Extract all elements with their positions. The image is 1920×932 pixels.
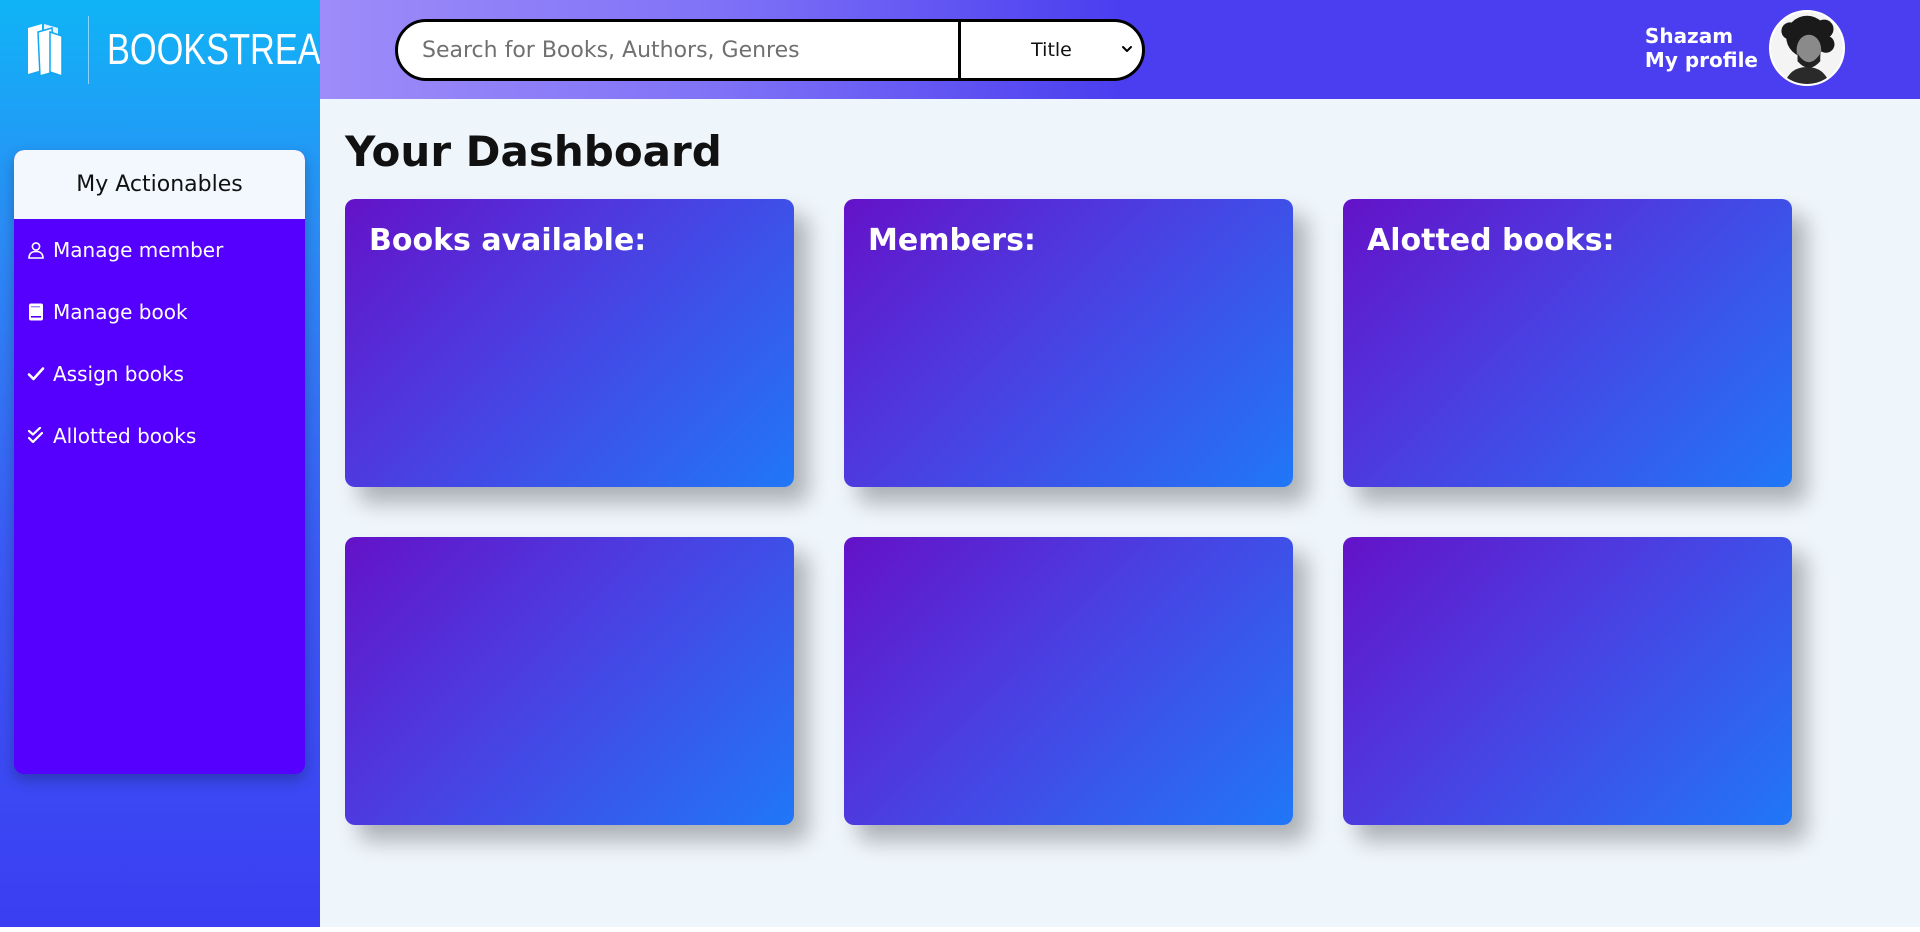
sidebar-header: My Actionables: [14, 150, 305, 219]
search-filter-select[interactable]: Title: [961, 22, 1142, 78]
chevron-down-icon: [1122, 46, 1132, 52]
sidebar: My Actionables Manage member Manage book: [14, 150, 305, 774]
main-content: Your Dashboard Books available: Members:…: [320, 99, 1920, 927]
search-bar: Title: [395, 19, 1145, 81]
search-input[interactable]: [398, 22, 958, 78]
books-icon: [24, 18, 68, 82]
logo-divider: [88, 16, 89, 84]
sidebar-item-allotted-books[interactable]: Allotted books: [14, 405, 305, 467]
sidebar-item-manage-member[interactable]: Manage member: [14, 219, 305, 281]
stat-card-books-available[interactable]: Books available:: [345, 199, 794, 487]
page-title: Your Dashboard: [345, 127, 722, 176]
my-profile-link[interactable]: My profile: [1645, 48, 1758, 72]
sidebar-item-manage-book[interactable]: Manage book: [14, 281, 305, 343]
check-icon: [26, 363, 46, 385]
book-icon: [26, 301, 46, 323]
card-title: Alotted books:: [1367, 223, 1615, 258]
user-icon: [26, 239, 46, 261]
user-name: Shazam: [1644, 24, 1734, 48]
avatar-icon: [1771, 12, 1843, 84]
top-header: Title Shazam My profile: [320, 0, 1920, 99]
stat-card-members[interactable]: Members:: [844, 199, 1293, 487]
left-column: BOOKSTREAM My Actionables Manage member …: [0, 0, 349, 927]
brand-name: BOOKSTREAM: [107, 25, 350, 74]
card-title: Books available:: [369, 223, 647, 258]
card-title: Members:: [868, 223, 1036, 258]
sidebar-item-label: Manage book: [53, 300, 188, 324]
search-filter-value: Title: [1031, 39, 1072, 61]
stat-card-empty-2[interactable]: [844, 537, 1293, 825]
stat-card-alotted-books[interactable]: Alotted books:: [1343, 199, 1792, 487]
sidebar-item-label: Assign books: [53, 362, 184, 386]
sidebar-item-assign-books[interactable]: Assign books: [14, 343, 305, 405]
avatar[interactable]: [1769, 10, 1845, 86]
stat-card-empty-3[interactable]: [1343, 537, 1792, 825]
sidebar-item-label: Allotted books: [53, 424, 197, 448]
page-bottom-strip: [0, 927, 1920, 932]
double-check-icon: [26, 425, 46, 447]
stat-card-empty-1[interactable]: [345, 537, 794, 825]
user-profile-block[interactable]: Shazam My profile: [1645, 24, 1758, 72]
sidebar-item-label: Manage member: [53, 238, 224, 262]
